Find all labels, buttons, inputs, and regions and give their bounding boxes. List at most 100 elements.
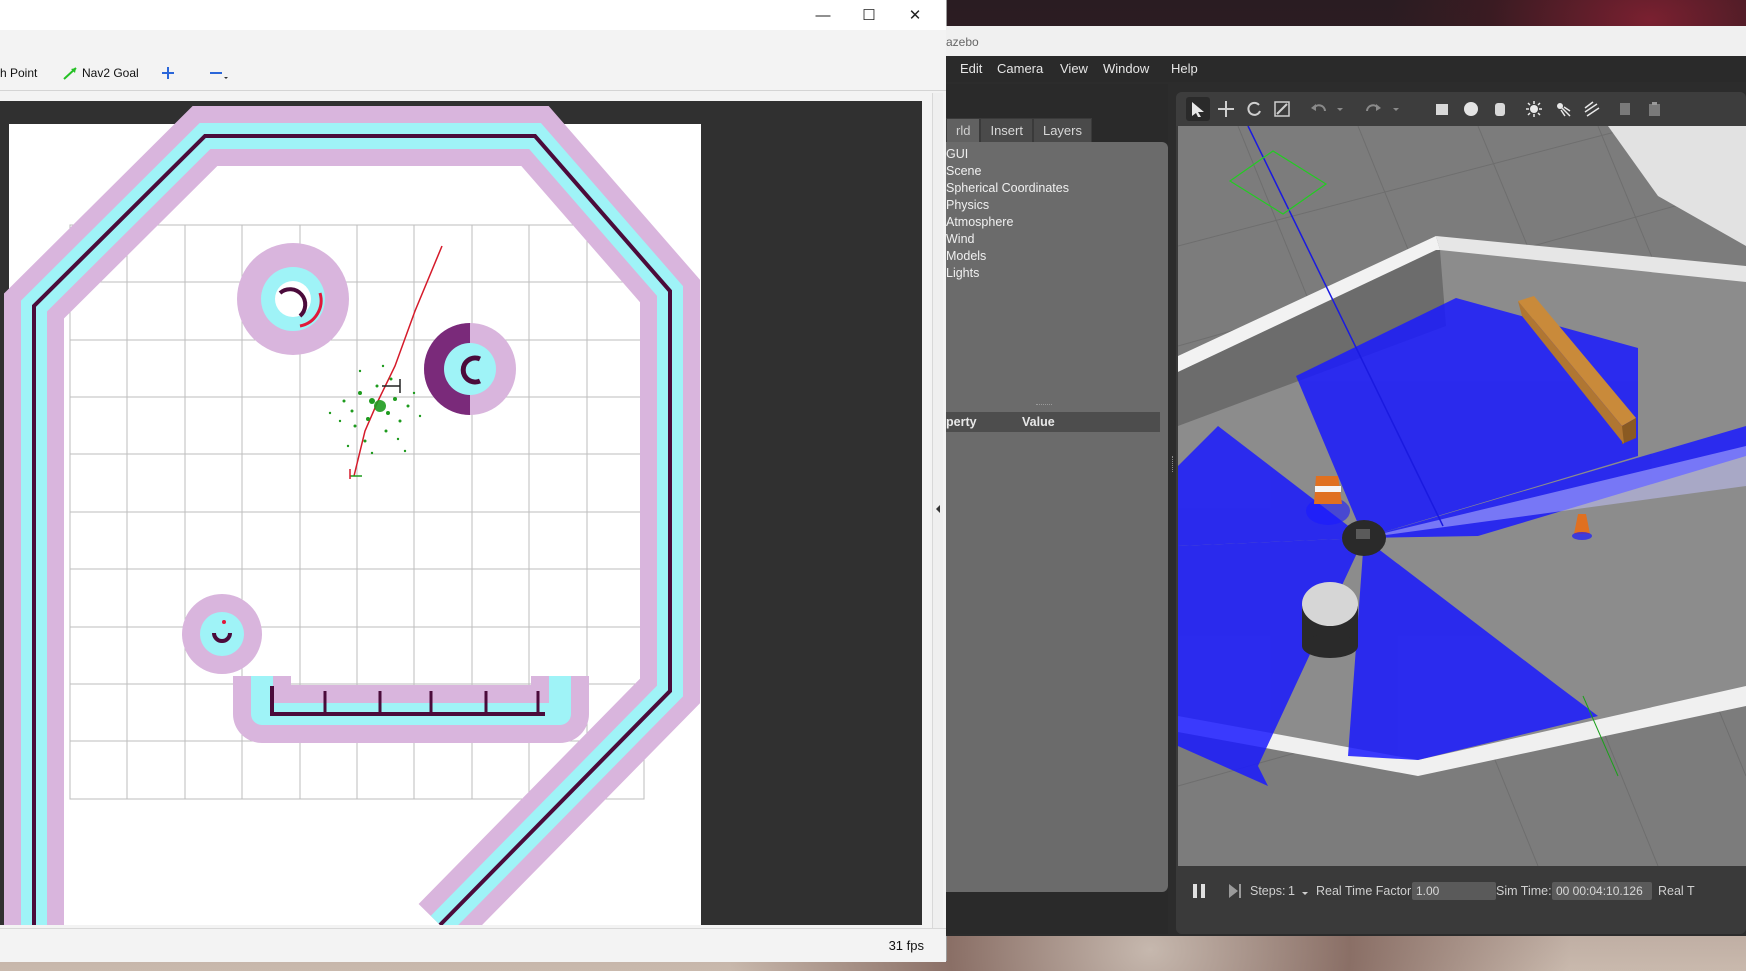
redo-icon xyxy=(1366,104,1381,112)
close-icon: ✕ xyxy=(908,7,922,24)
cylinder-icon xyxy=(1495,103,1505,116)
zoom-in-tool[interactable] xyxy=(160,62,176,84)
nav2-goal-tool[interactable]: Nav2 Goal xyxy=(62,62,139,84)
tree-item-gui[interactable]: GUI xyxy=(946,147,968,161)
tree-item-wind[interactable]: Wind xyxy=(946,232,974,246)
maximize-button[interactable]: ☐ xyxy=(846,0,892,30)
sun-icon xyxy=(1526,101,1542,117)
gazebo-toolbar xyxy=(1176,92,1746,126)
menu-view[interactable]: View xyxy=(1060,61,1088,76)
gazebo-bottom-bar: Steps: 1 Real Time Factor: 1.00 Sim Time… xyxy=(1176,868,1746,934)
undo-button[interactable] xyxy=(1306,97,1330,121)
step-forward-icon xyxy=(1229,884,1241,898)
turtlebot-robot xyxy=(1342,520,1386,556)
tab-world[interactable]: rld xyxy=(946,118,981,144)
insert-box-button[interactable] xyxy=(1430,97,1454,121)
redo-button[interactable] xyxy=(1362,97,1386,121)
directional-light-button[interactable] xyxy=(1580,97,1604,121)
directional-light-icon xyxy=(1584,101,1600,117)
gazebo-titlebar: azebo xyxy=(946,26,1746,56)
cylinder-obstacle-2 xyxy=(424,323,516,415)
undo-history-button[interactable] xyxy=(1334,97,1346,121)
tree-item-lights[interactable]: Lights xyxy=(946,266,979,280)
tree-item-models[interactable]: Models xyxy=(946,249,986,263)
spot-light-button[interactable] xyxy=(1551,97,1575,121)
plus-icon xyxy=(162,67,174,79)
rotate-icon xyxy=(1247,101,1261,116)
arrow-cursor-icon xyxy=(1192,102,1204,117)
insert-cylinder-button[interactable] xyxy=(1488,97,1512,121)
real-time-factor-field: 1.00 xyxy=(1412,882,1496,900)
menu-edit[interactable]: Edit xyxy=(960,61,982,76)
maximize-icon: ☐ xyxy=(862,7,876,24)
minimize-button[interactable]: — xyxy=(800,0,846,30)
move-icon xyxy=(1218,101,1234,117)
paste-icon xyxy=(1649,102,1660,116)
gazebo-tabs: rld Insert Layers xyxy=(946,118,1092,144)
rviz-titlebar: — ☐ ✕ xyxy=(0,0,946,30)
panel-splitter-handle[interactable] xyxy=(1172,456,1175,472)
value-column-label: Value xyxy=(1022,415,1055,429)
gazebo-title: azebo xyxy=(946,35,979,49)
steps-value[interactable]: 1 xyxy=(1288,884,1295,898)
step-button[interactable] xyxy=(1226,882,1244,900)
world-tree: GUI Scene Spherical Coordinates Physics … xyxy=(946,142,1168,892)
publish-point-label: h Point xyxy=(0,66,38,80)
insert-sphere-button[interactable] xyxy=(1459,97,1483,121)
select-mode-button[interactable] xyxy=(1186,97,1210,121)
gazebo-3d-scene[interactable] xyxy=(1178,126,1746,866)
chevron-down-icon xyxy=(1337,108,1343,111)
spotlight-icon xyxy=(1557,103,1571,117)
rviz-window: — ☐ ✕ h Point Nav2 Goal 31 fps xyxy=(0,0,947,962)
tab-layers[interactable]: Layers xyxy=(1032,118,1092,144)
chevron-down-icon[interactable] xyxy=(1300,888,1310,898)
chevron-down-icon xyxy=(1393,108,1399,111)
gazebo-scene-frame: Steps: 1 Real Time Factor: 1.00 Sim Time… xyxy=(1176,92,1746,934)
menu-camera[interactable]: Camera xyxy=(997,61,1043,76)
pause-button[interactable] xyxy=(1190,882,1208,900)
rviz-toolbar: h Point Nav2 Goal xyxy=(0,52,946,91)
menu-help[interactable]: Help xyxy=(1171,61,1198,76)
property-header: perty Value xyxy=(946,412,1160,432)
menu-window[interactable]: Window xyxy=(1103,61,1149,76)
undo-icon xyxy=(1311,104,1326,112)
scale-icon xyxy=(1274,101,1290,117)
point-light-button[interactable] xyxy=(1522,97,1546,121)
splitter-handle[interactable] xyxy=(1036,404,1052,407)
real-time-label: Real T xyxy=(1658,884,1695,898)
sphere-icon xyxy=(1464,102,1478,116)
copy-button[interactable] xyxy=(1614,97,1638,121)
tab-insert[interactable]: Insert xyxy=(980,118,1033,144)
publish-point-tool[interactable]: h Point xyxy=(0,62,37,84)
rviz-status-bar: 31 fps xyxy=(0,928,946,962)
minus-icon xyxy=(210,72,228,79)
cylinder-obstacle xyxy=(1302,582,1358,658)
paste-button[interactable] xyxy=(1642,97,1666,121)
nav2-goal-label: Nav2 Goal xyxy=(82,66,139,80)
sim-time-label: Sim Time: xyxy=(1496,884,1552,898)
scene-render xyxy=(1178,126,1746,866)
property-column-label: perty xyxy=(946,415,977,429)
costmap-view xyxy=(4,106,701,947)
close-button[interactable]: ✕ xyxy=(892,0,938,30)
gazebo-menubar: Edit Camera View Window Help xyxy=(946,56,1746,82)
tree-item-spherical-coordinates[interactable]: Spherical Coordinates xyxy=(946,181,1069,195)
sim-time-field: 00 00:04:10.126 xyxy=(1552,882,1652,900)
box-icon xyxy=(1436,104,1448,115)
minimize-icon: — xyxy=(815,6,831,24)
steps-label: Steps: xyxy=(1250,884,1286,898)
fps-readout: 31 fps xyxy=(888,938,924,953)
rotate-mode-button[interactable] xyxy=(1242,97,1266,121)
tree-item-physics[interactable]: Physics xyxy=(946,198,989,212)
rviz-panel-splitter[interactable] xyxy=(932,93,943,931)
redo-history-button[interactable] xyxy=(1390,97,1402,121)
zoom-out-tool[interactable] xyxy=(208,62,230,84)
scale-mode-button[interactable] xyxy=(1270,97,1294,121)
gazebo-window: azebo Edit Camera View Window Help rld I… xyxy=(946,26,1746,936)
tree-item-scene[interactable]: Scene xyxy=(946,164,981,178)
tree-item-atmosphere[interactable]: Atmosphere xyxy=(946,215,1013,229)
translate-mode-button[interactable] xyxy=(1214,97,1238,121)
pause-icon xyxy=(1193,884,1205,898)
rviz-3d-viewport[interactable] xyxy=(0,101,922,947)
gazebo-left-panel: rld Insert Layers GUI Scene Spherical Co… xyxy=(946,84,1168,934)
